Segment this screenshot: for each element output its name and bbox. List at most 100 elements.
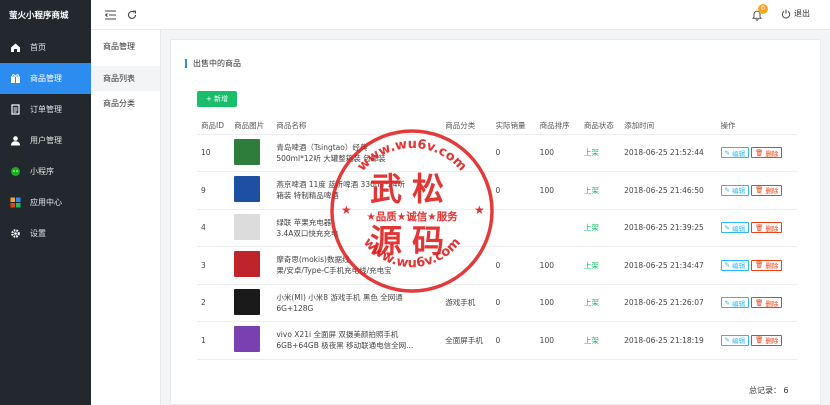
edit-label: 编辑 <box>732 299 746 308</box>
table-row: 4 绿联 苹果充电器 3.4A双口快充充电 上架 2018-06-25 21:39:25… <box>197 209 797 247</box>
cell-actions: ✎ 编辑 🗑 删除 <box>716 134 797 172</box>
delete-label: 删除 <box>765 262 779 271</box>
product-thumbnail[interactable] <box>234 251 261 278</box>
cell-time: 2018-06-25 21:46:50 <box>620 171 717 210</box>
cell-image <box>230 171 273 210</box>
edit-button[interactable]: ✎ 编辑 <box>720 222 750 234</box>
delete-label: 删除 <box>765 224 779 233</box>
edit-icon: ✎ <box>724 186 733 195</box>
refresh-icon[interactable] <box>126 9 138 21</box>
edit-icon: ✎ <box>724 148 733 157</box>
cell-time: 2018-06-25 21:34:47 <box>620 246 717 285</box>
delete-button[interactable]: 🗑 删除 <box>751 184 783 196</box>
cell-sort: 100 <box>535 134 580 172</box>
column-header: 商品名称 <box>272 118 442 135</box>
product-table: 商品ID 商品图片 商品名称 商品分类 实际销量 商品排序 商品状态 添加时间 操作 10 青岛啤… <box>197 118 797 360</box>
user-icon <box>9 135 21 147</box>
sidebar-item-product[interactable]: 商品管理 <box>0 63 91 94</box>
product-name-line: 青岛啤酒（Tsingtao）经典 <box>276 142 368 152</box>
wechat-icon <box>9 166 21 178</box>
column-header: 添加时间 <box>620 118 717 135</box>
table-row: 10 青岛啤酒（Tsingtao）经典 500ml*12听 大罐整箱装 包邮装 0 10… <box>197 134 797 172</box>
delete-button[interactable]: 🗑 删除 <box>751 147 783 159</box>
sidebar-item-miniapp[interactable]: 小程序 <box>0 156 91 187</box>
product-name-line: 燕京啤酒 11度 蓝听啤酒 330ml*24听 <box>276 180 406 190</box>
subnav-item-product-category[interactable]: 商品分类 <box>91 91 160 116</box>
table-header-row: 商品ID 商品图片 商品名称 商品分类 实际销量 商品排序 商品状态 添加时间 操作 <box>197 118 797 135</box>
cell-sort: 100 <box>535 246 580 285</box>
product-panel: 出售中的商品 + 新增 商品ID 商品图片 商品名称 商品分类 实际销量 商品排序 商品状态… <box>170 39 821 405</box>
sub-sidebar: 商品管理 商品列表 商品分类 <box>91 0 161 405</box>
sidebar-item-app-center[interactable]: 应用中心 <box>0 187 91 218</box>
edit-label: 编辑 <box>732 262 746 271</box>
edit-button[interactable]: ✎ 编辑 <box>720 184 750 196</box>
gear-icon <box>9 228 21 240</box>
sidebar-item-user[interactable]: 用户管理 <box>0 125 91 156</box>
total-value: 6 <box>783 386 789 395</box>
product-thumbnail[interactable] <box>234 213 261 240</box>
edit-label: 编辑 <box>732 149 746 158</box>
delete-label: 删除 <box>765 187 779 196</box>
cell-status: 上架 <box>579 171 621 210</box>
cell-name: 绿联 苹果充电器 3.4A双口快充充电 <box>272 209 442 247</box>
cell-id: 10 <box>197 134 231 172</box>
cell-sales <box>491 209 536 247</box>
cell-actions: ✎ 编辑 🗑 删除 <box>716 246 797 285</box>
delete-button[interactable]: 🗑 删除 <box>751 297 783 309</box>
cell-category <box>441 134 492 172</box>
product-thumbnail[interactable] <box>234 176 261 203</box>
cell-id: 1 <box>197 321 231 360</box>
cell-time: 2018-06-25 21:39:25 <box>620 209 717 247</box>
column-header: 商品状态 <box>579 118 621 135</box>
edit-icon: ✎ <box>724 223 733 232</box>
product-name-line: 6G+128G <box>276 303 314 313</box>
product-thumbnail[interactable] <box>234 288 261 315</box>
gift-icon <box>9 73 21 85</box>
cell-sales: 0 <box>491 321 536 360</box>
sidebar-item-label: 订单管理 <box>30 105 62 114</box>
cell-sort: 100 <box>535 171 580 210</box>
column-header: 操作 <box>716 118 797 135</box>
product-name-line: 箱装 特制精品啤酒 <box>276 191 339 201</box>
edit-button[interactable]: ✎ 编辑 <box>720 334 750 346</box>
cell-sales: 0 <box>491 246 536 285</box>
cell-sales: 0 <box>491 284 536 322</box>
sidebar-item-home[interactable]: 首页 <box>0 32 91 63</box>
cell-status: 上架 <box>579 209 621 247</box>
total-records: 总记录： 6 <box>749 385 789 396</box>
add-product-button[interactable]: + 新增 <box>197 91 237 107</box>
delete-button[interactable]: 🗑 删除 <box>751 259 783 271</box>
sidebar-nav: 首页 商品管理订单管理用户管理小程序应用中心 设置 <box>0 32 91 249</box>
logout-label: 退出 <box>794 9 810 18</box>
column-header: 商品排序 <box>535 118 580 135</box>
total-label: 总记录： <box>749 386 781 395</box>
edit-icon: ✎ <box>724 336 733 345</box>
edit-label: 编辑 <box>732 224 746 233</box>
menu-collapse-icon[interactable] <box>104 9 116 21</box>
cell-status: 上架 <box>579 134 621 172</box>
edit-button[interactable]: ✎ 编辑 <box>720 147 750 159</box>
edit-button[interactable]: ✎ 编辑 <box>720 297 750 309</box>
home-icon <box>9 42 21 54</box>
trash-icon: 🗑 <box>755 336 766 345</box>
main-sidebar: 萤火小程序商城 首页 商品管理 订单管理 用户管理 小程序 应用中心 设置 <box>0 0 91 405</box>
product-name-line: vivo X21i 全面屏 双摄美颜拍照手机 <box>276 330 399 340</box>
cell-status: 上架 <box>579 284 621 322</box>
delete-button[interactable]: 🗑 删除 <box>751 222 783 234</box>
sidebar-item-label: 用户管理 <box>30 136 62 145</box>
cell-category <box>441 246 492 285</box>
sidebar-item-order[interactable]: 订单管理 <box>0 94 91 125</box>
product-thumbnail[interactable] <box>234 326 261 353</box>
subnav-item-product-list[interactable]: 商品列表 <box>91 66 160 91</box>
top-bar: 0 退出 <box>91 0 830 30</box>
product-name-line: 果/安卓/Type-C手机充电线/充电宝 <box>276 266 392 276</box>
delete-button[interactable]: 🗑 删除 <box>751 334 783 346</box>
delete-label: 删除 <box>765 149 779 158</box>
product-thumbnail[interactable] <box>234 138 261 165</box>
edit-label: 编辑 <box>732 187 746 196</box>
sidebar-item-label: 小程序 <box>30 167 54 176</box>
cell-time: 2018-06-25 21:18:19 <box>620 321 717 360</box>
logout-button[interactable]: 退出 <box>781 8 810 19</box>
edit-button[interactable]: ✎ 编辑 <box>720 259 750 271</box>
sidebar-item-settings[interactable]: 设置 <box>0 218 91 249</box>
